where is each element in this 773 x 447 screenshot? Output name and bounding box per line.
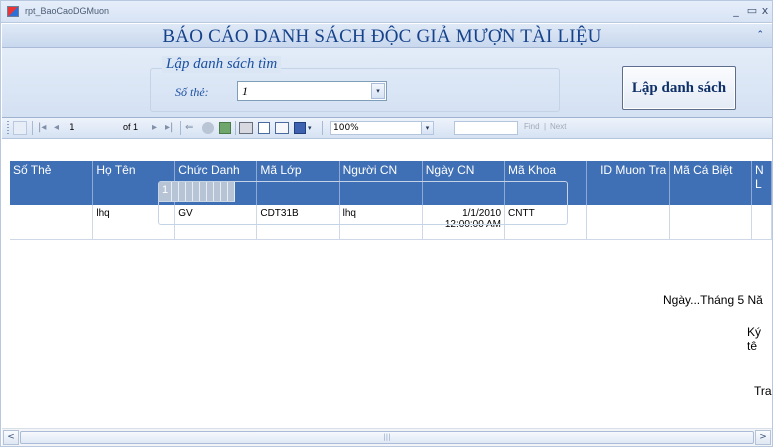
signature-label: Ký tê [747,325,762,353]
toolbar-separator [235,121,236,135]
export-icon[interactable] [294,122,306,134]
dropdown-arrow-icon[interactable]: ▾ [371,83,385,99]
column-header-card-number: Số Thẻ [10,161,94,205]
scroll-left-arrow-icon[interactable]: < [3,430,19,445]
toolbar-separator [180,121,181,135]
find-button[interactable]: Find [524,122,540,131]
back-icon[interactable]: ⇐ [185,121,197,135]
scrollbar-thumb[interactable]: ||| [20,431,754,444]
next-page-icon[interactable]: ▸ [152,121,160,135]
find-next-button[interactable]: Next [550,122,566,131]
card-number-value: 1 [242,84,248,98]
page-count-label: of 1 [123,122,139,132]
card-number-label: Số thẻ: [175,85,209,99]
group-row: 1 [158,181,568,225]
previous-page-icon[interactable]: ◂ [54,121,62,135]
cell-extra [751,205,772,240]
report-date-line: Ngày...Tháng 5 Nă [663,293,763,307]
group-cell [220,182,229,202]
find-separator: | [544,122,547,131]
report-viewer: Số Thẻ Họ Tên Chức Danh Mã Lớp Người CN … [2,140,772,428]
window-title: rpt_BaoCaoDGMuon [25,6,110,16]
column-header-loan-id: ID Muon Tra [586,161,671,205]
column-header-extra: N L [751,161,772,205]
make-list-button[interactable]: Lập danh sách [622,66,736,110]
last-page-icon[interactable]: ▸| [165,121,175,135]
group-cell [192,182,201,202]
horizontal-scrollbar[interactable]: < ||| > [2,428,772,446]
report-header: BÁO CÁO DANH SÁCH ĐỘC GIẢ MƯỢN TÀI LIỆU … [2,24,772,48]
scroll-right-arrow-icon[interactable]: > [755,430,771,445]
group-cell [185,182,194,202]
report-toolbar: |◂ ◂ 1 of 1 ▸ ▸| ⇐ ▾ 100% ▾ Find | Next [2,118,772,139]
app-icon [7,6,19,17]
page-title: BÁO CÁO DANH SÁCH ĐỘC GIẢ MƯỢN TÀI LIỆU [162,26,602,47]
group-label: 1 [159,182,173,202]
cell-loan-id [586,205,671,240]
card-number-combo[interactable]: 1 ▾ [237,81,387,101]
search-panel: Lập danh sách tìm Số thẻ: 1 ▾ Lập danh s… [2,48,772,118]
zoom-value: 100% [333,123,359,133]
first-page-icon[interactable]: |◂ [38,121,48,135]
toolbar-separator [322,121,323,135]
page-setup-icon[interactable] [275,122,289,134]
print-layout-icon[interactable] [258,122,270,134]
group-cell [213,182,222,202]
title-bar: rpt_BaoCaoDGMuon _ ▭ x [1,1,772,23]
zoom-dropdown-icon[interactable]: ▾ [421,122,433,134]
group-cell [199,182,208,202]
group-cell [227,182,236,202]
report-window: rpt_BaoCaoDGMuon _ ▭ x BÁO CÁO DANH SÁCH… [0,0,773,447]
cell-card-number [10,205,94,240]
group-title: Lập danh sách tìm [162,56,282,73]
page-number-input[interactable]: 1 [66,121,116,135]
refresh-icon[interactable] [219,122,231,134]
column-header-copy-code: Mã Cá Biệt [669,161,753,205]
cell-copy-code [669,205,753,240]
document-map-icon[interactable] [13,121,27,135]
borrowers-table: Số Thẻ Họ Tên Chức Danh Mã Lớp Người CN … [10,161,772,240]
find-text-input[interactable] [454,121,518,135]
group-cell [171,182,180,202]
export-dropdown-icon[interactable]: ▾ [308,121,316,135]
page-footer-text: Tra [754,384,772,398]
close-button[interactable]: x [758,4,772,18]
stop-icon[interactable] [202,122,214,134]
minimize-button[interactable]: _ [729,4,743,18]
group-cell [178,182,187,202]
toolbar-separator [32,121,33,135]
print-icon[interactable] [239,122,253,134]
group-cell [206,182,215,202]
maximize-button[interactable]: ▭ [745,4,759,18]
zoom-select[interactable]: 100% ▾ [330,121,434,135]
toolbar-grip [7,121,9,135]
collapse-icon[interactable]: ⌃ [756,30,764,40]
